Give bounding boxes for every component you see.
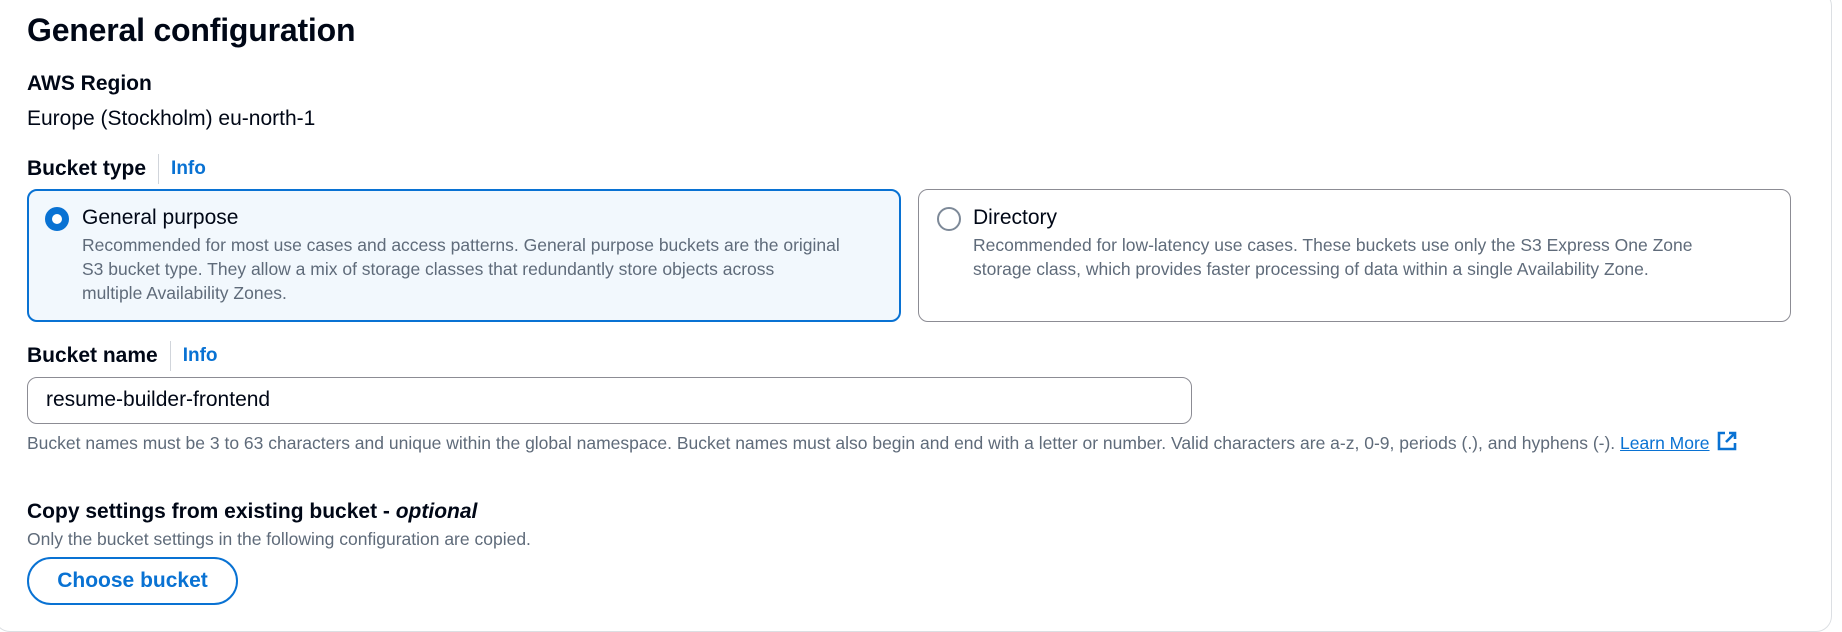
external-link-icon[interactable] <box>1716 430 1738 458</box>
bucket-name-input-value[interactable]: resume-builder-frontend <box>46 388 270 412</box>
option-description-line: S3 bucket type. They allow a mix of stor… <box>82 257 840 281</box>
label-divider <box>158 154 159 184</box>
radio-general-purpose[interactable] <box>45 207 69 231</box>
option-description-line: Recommended for most use cases and acces… <box>82 233 840 257</box>
optional-tag: optional <box>396 500 478 523</box>
label-divider <box>170 341 171 371</box>
option-title: General purpose <box>82 206 238 230</box>
learn-more-link[interactable]: Learn More <box>1620 433 1710 453</box>
section-title: General configuration <box>27 12 355 49</box>
bucket-type-label: Bucket type <box>27 157 146 181</box>
bucket-name-input[interactable]: resume-builder-frontend <box>27 377 1192 424</box>
bucket-name-label-row: Bucket name Info <box>27 341 218 371</box>
bucket-type-info-link[interactable]: Info <box>171 158 206 180</box>
option-description-line: Recommended for low-latency use cases. T… <box>973 233 1693 257</box>
bucket-name-info-link[interactable]: Info <box>183 345 218 367</box>
copy-settings-label-text: Copy settings from existing bucket - <box>27 500 390 523</box>
option-description: Recommended for low-latency use cases. T… <box>973 233 1693 281</box>
constraint-text: Bucket names must be 3 to 63 characters … <box>27 433 1615 453</box>
copy-settings-description: Only the bucket settings in the followin… <box>27 529 531 550</box>
choose-bucket-button[interactable]: Choose bucket <box>27 557 238 605</box>
bucket-type-option-directory[interactable]: Directory Recommended for low-latency us… <box>918 189 1791 322</box>
option-description: Recommended for most use cases and acces… <box>82 233 840 305</box>
bucket-name-constraint: Bucket names must be 3 to 63 characters … <box>27 430 1787 458</box>
option-description-line: multiple Availability Zones. <box>82 281 840 305</box>
bucket-type-label-row: Bucket type Info <box>27 154 206 184</box>
option-description-line: storage class, which provides faster pro… <box>973 257 1693 281</box>
region-value: Europe (Stockholm) eu-north-1 <box>27 107 315 131</box>
copy-settings-label: Copy settings from existing bucket - opt… <box>27 500 477 524</box>
bucket-name-label: Bucket name <box>27 344 158 368</box>
region-label: AWS Region <box>27 72 152 96</box>
bucket-type-option-general-purpose[interactable]: General purpose Recommended for most use… <box>27 189 901 322</box>
radio-directory[interactable] <box>937 207 961 231</box>
option-title: Directory <box>973 206 1057 230</box>
